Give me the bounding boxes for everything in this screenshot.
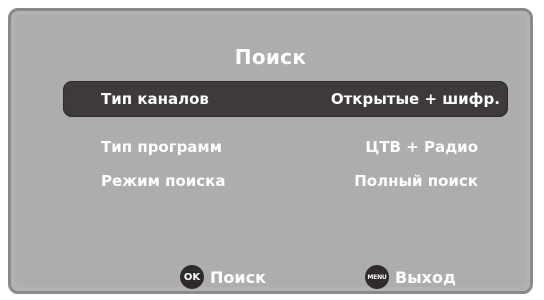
setting-row-program-type[interactable]: Тип программ ЦТВ + Радио bbox=[63, 129, 508, 165]
ok-key-icon: OK bbox=[180, 265, 204, 289]
setting-label: Тип каналов bbox=[101, 90, 209, 108]
ok-search-button[interactable]: OK Поиск bbox=[180, 265, 266, 289]
menu-exit-button[interactable]: MENU Выход bbox=[365, 265, 456, 289]
setting-value: Открытые + шифр. bbox=[330, 90, 500, 108]
search-dialog: Поиск Тип каналов Открытые + шифр. Тип п… bbox=[8, 8, 533, 294]
setting-label: Режим поиска bbox=[101, 172, 226, 190]
setting-row-channel-type[interactable]: Тип каналов Открытые + шифр. bbox=[63, 81, 508, 117]
dialog-panel: Поиск Тип каналов Открытые + шифр. Тип п… bbox=[15, 15, 526, 289]
setting-row-search-mode[interactable]: Режим поиска Полный поиск bbox=[63, 163, 508, 199]
setting-value: ЦТВ + Радио bbox=[365, 138, 478, 156]
setting-label: Тип программ bbox=[101, 138, 222, 156]
setting-value: Полный поиск bbox=[354, 172, 478, 190]
ok-search-label: Поиск bbox=[210, 267, 266, 287]
menu-key-icon: MENU bbox=[365, 265, 389, 289]
menu-exit-label: Выход bbox=[395, 267, 456, 287]
dialog-title: Поиск bbox=[234, 45, 307, 69]
